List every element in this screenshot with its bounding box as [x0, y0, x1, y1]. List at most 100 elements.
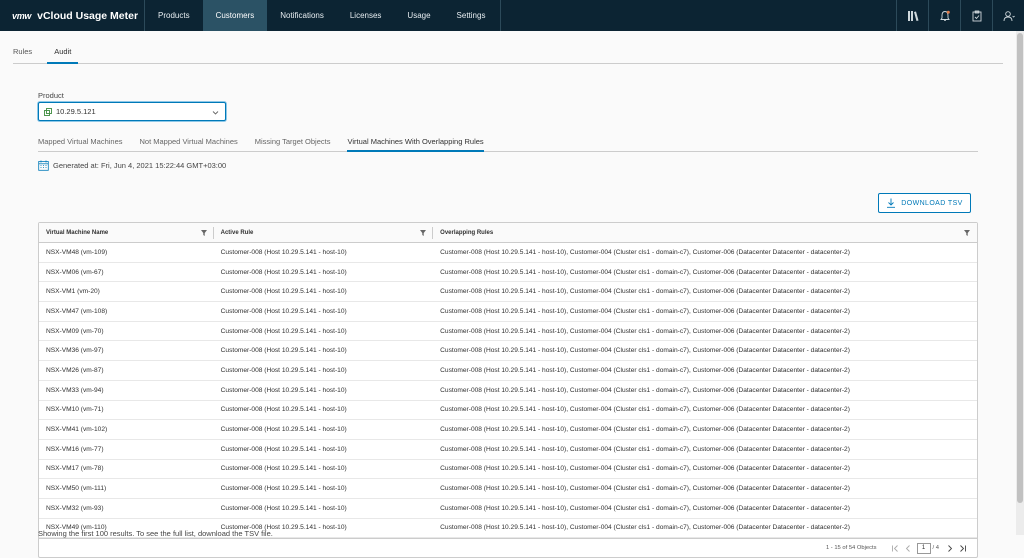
- active-rule-cell: Customer-008 (Host 10.29.5.141 - host-10…: [220, 268, 347, 276]
- filter-icon[interactable]: [964, 230, 970, 236]
- table-row[interactable]: NSX-VM48 (vm-109) Customer-008 (Host 10.2…: [39, 243, 977, 263]
- overlapping-rules-cell: Customer-008 (Host 10.29.5.141 - host-10…: [440, 268, 850, 276]
- chevron-down-icon: [212, 111, 219, 115]
- column-label: Overlapping Rules: [440, 229, 494, 236]
- active-rule-cell: Customer-008 (Host 10.29.5.141 - host-10…: [220, 485, 347, 493]
- vcenter-icon: [44, 107, 52, 116]
- active-rule-cell: Customer-008 (Host 10.29.5.141 - host-10…: [220, 504, 347, 512]
- grid-header: Virtual Machine Name Active Rule Overlap…: [39, 223, 977, 243]
- last-page-icon[interactable]: [958, 544, 967, 553]
- page-number-input[interactable]: 1: [916, 542, 931, 554]
- audit-tabs: Mapped Virtual Machines Not Mapped Virtu…: [38, 137, 978, 152]
- filter-icon[interactable]: [200, 230, 207, 236]
- vm-name-cell: NSX-VM26 (vm-87): [46, 366, 104, 374]
- bell-icon: [939, 10, 950, 21]
- scrollbar-thumb[interactable]: [1017, 33, 1023, 503]
- nav-products[interactable]: Products: [145, 0, 203, 31]
- filter-icon[interactable]: [420, 230, 427, 236]
- table-row[interactable]: NSX-VM32 (vm-93) Customer-008 (Host 10.29…: [39, 499, 977, 519]
- tab-missing-target-objects[interactable]: Missing Target Objects: [255, 137, 331, 152]
- table-row[interactable]: NSX-VM1 (vm-20) Customer-008 (Host 10.29.…: [39, 282, 977, 303]
- product-select[interactable]: 10.29.5.121: [38, 102, 226, 121]
- pagination: 1 / 4: [889, 542, 969, 554]
- vmware-logo: vmw: [12, 10, 32, 21]
- column-header-vm-name[interactable]: Virtual Machine Name: [39, 223, 214, 242]
- user-menu-button[interactable]: [992, 0, 1024, 31]
- table-row[interactable]: NSX-VM06 (vm-67) Customer-008 (Host 10.29…: [39, 263, 977, 283]
- table-row[interactable]: NSX-VM26 (vm-87) Customer-008 (Host 10.29…: [39, 361, 977, 381]
- nav-divider: [500, 0, 501, 31]
- overlapping-rules-cell: Customer-008 (Host 10.29.5.141 - host-10…: [440, 524, 850, 532]
- vm-name-cell: NSX-VM36 (vm-97): [46, 347, 104, 355]
- active-rule-cell: Customer-008 (Host 10.29.5.141 - host-10…: [220, 426, 347, 434]
- overlapping-rules-cell: Customer-008 (Host 10.29.5.141 - host-10…: [440, 465, 850, 473]
- table-row[interactable]: NSX-VM09 (vm-70) Customer-008 (Host 10.29…: [39, 322, 977, 342]
- brand[interactable]: vmw vCloud Usage Meter: [0, 0, 145, 31]
- overlapping-rules-cell: Customer-008 (Host 10.29.5.141 - host-10…: [440, 327, 850, 335]
- active-rule-cell: Customer-008 (Host 10.29.5.141 - host-10…: [220, 307, 347, 315]
- column-header-overlapping-rules[interactable]: Overlapping Rules: [433, 223, 977, 242]
- overlapping-rules-grid: Virtual Machine Name Active Rule Overlap…: [38, 222, 978, 558]
- vm-name-cell: NSX-VM32 (vm-93): [46, 504, 104, 512]
- tasks-button[interactable]: [960, 0, 992, 31]
- vm-name-cell: NSX-VM09 (vm-70): [46, 327, 104, 335]
- active-rule-cell: Customer-008 (Host 10.29.5.141 - host-10…: [220, 327, 347, 335]
- app-title: vCloud Usage Meter: [37, 9, 139, 22]
- table-row[interactable]: NSX-VM17 (vm-78) Customer-008 (Host 10.29…: [39, 460, 977, 480]
- tab-mapped-vms[interactable]: Mapped Virtual Machines: [38, 137, 123, 152]
- next-page-icon[interactable]: [945, 544, 954, 553]
- download-tsv-label: DOWNLOAD TSV: [901, 199, 963, 207]
- overlapping-rules-cell: Customer-008 (Host 10.29.5.141 - host-10…: [440, 288, 850, 296]
- previous-page-icon[interactable]: [904, 544, 913, 553]
- table-row[interactable]: NSX-VM50 (vm-111) Customer-008 (Host 10.2…: [39, 479, 977, 499]
- product-label: Product: [38, 91, 64, 100]
- vm-name-cell: NSX-VM10 (vm-71): [46, 406, 104, 414]
- vm-name-cell: NSX-VM33 (vm-94): [46, 386, 104, 394]
- nav-notifications[interactable]: Notifications: [267, 0, 337, 31]
- generated-text: Generated at: Fri, Jun 4, 2021 15:22:44 …: [53, 161, 227, 170]
- generated-timestamp: Generated at: Fri, Jun 4, 2021 15:22:44 …: [38, 160, 226, 171]
- first-page-icon[interactable]: [891, 544, 900, 553]
- active-rule-cell: Customer-008 (Host 10.29.5.141 - host-10…: [220, 406, 347, 414]
- vm-name-cell: NSX-VM06 (vm-67): [46, 268, 104, 276]
- notifications-button[interactable]: [928, 0, 960, 31]
- overlapping-rules-cell: Customer-008 (Host 10.29.5.141 - host-10…: [440, 347, 850, 355]
- clipboard-check-icon: [972, 10, 981, 21]
- nav-licenses[interactable]: Licenses: [337, 0, 395, 31]
- active-rule-cell: Customer-008 (Host 10.29.5.141 - host-10…: [220, 347, 347, 355]
- table-row[interactable]: NSX-VM41 (vm-102) Customer-008 (Host 10.2…: [39, 420, 977, 440]
- library-button[interactable]: [896, 0, 928, 31]
- column-header-active-rule[interactable]: Active Rule: [214, 223, 434, 242]
- header-actions: [896, 0, 1024, 31]
- vm-name-cell: NSX-VM50 (vm-111): [46, 485, 107, 493]
- page-scrollbar[interactable]: [1016, 31, 1024, 535]
- tab-rules[interactable]: Rules: [13, 47, 39, 64]
- tab-not-mapped-vms[interactable]: Not Mapped Virtual Machines: [140, 137, 238, 152]
- page-total: / 4: [932, 545, 939, 551]
- active-rule-cell: Customer-008 (Host 10.29.5.141 - host-10…: [220, 445, 347, 453]
- table-row[interactable]: NSX-VM10 (vm-71) Customer-008 (Host 10.29…: [39, 401, 977, 421]
- overlapping-rules-cell: Customer-008 (Host 10.29.5.141 - host-10…: [440, 248, 850, 256]
- table-row[interactable]: NSX-VM36 (vm-97) Customer-008 (Host 10.29…: [39, 341, 977, 362]
- active-rule-cell: Customer-008 (Host 10.29.5.141 - host-10…: [220, 386, 347, 394]
- tab-overlapping-rules[interactable]: Virtual Machines With Overlapping Rules: [347, 137, 484, 152]
- results-footnote: Showing the first 100 results. To see th…: [38, 529, 273, 538]
- grid-body: NSX-VM48 (vm-109) Customer-008 (Host 10.2…: [39, 243, 977, 539]
- overlapping-rules-cell: Customer-008 (Host 10.29.5.141 - host-10…: [440, 485, 850, 493]
- overlapping-rules-cell: Customer-008 (Host 10.29.5.141 - host-10…: [440, 504, 850, 512]
- active-rule-cell: Customer-008 (Host 10.29.5.141 - host-10…: [220, 366, 347, 374]
- pagination-summary: 1 - 15 of 54 Objects: [825, 545, 877, 551]
- grid-footer: 1 - 15 of 54 Objects 1 / 4: [39, 538, 977, 557]
- table-row[interactable]: NSX-VM47 (vm-108) Customer-008 (Host 10.2…: [39, 302, 977, 322]
- table-row[interactable]: NSX-VM33 (vm-94) Customer-008 (Host 10.29…: [39, 381, 977, 401]
- table-row[interactable]: NSX-VM16 (vm-77) Customer-008 (Host 10.29…: [39, 440, 977, 460]
- download-tsv-button[interactable]: DOWNLOAD TSV: [878, 193, 971, 213]
- nav-settings[interactable]: Settings: [444, 0, 499, 31]
- nav-usage[interactable]: Usage: [394, 0, 443, 31]
- nav-customers[interactable]: Customers: [202, 0, 268, 31]
- vm-name-cell: NSX-VM48 (vm-109): [46, 248, 108, 256]
- vm-name-cell: NSX-VM41 (vm-102): [46, 426, 108, 434]
- calendar-icon: [38, 160, 49, 171]
- active-rule-cell: Customer-008 (Host 10.29.5.141 - host-10…: [220, 248, 347, 256]
- tab-audit[interactable]: Audit: [47, 47, 79, 64]
